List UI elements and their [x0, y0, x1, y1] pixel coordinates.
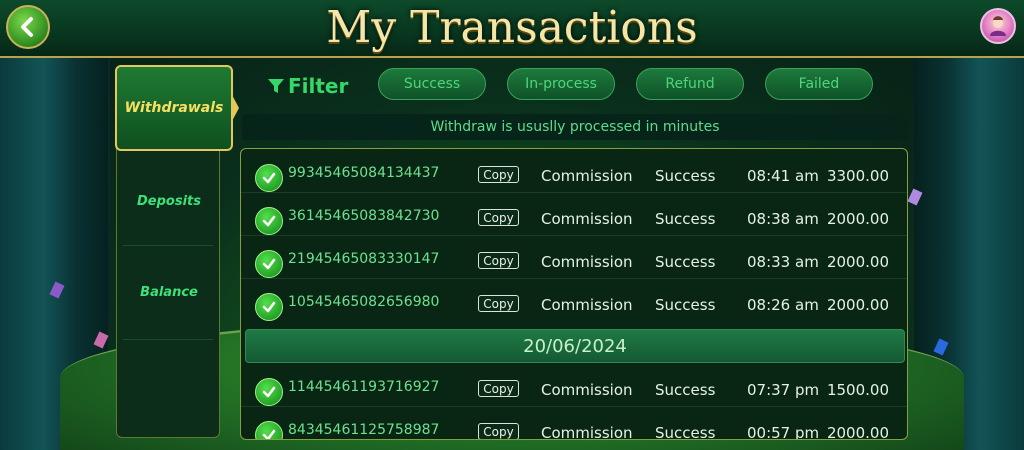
check-icon [255, 293, 283, 321]
transaction-time: 00:57 pm [747, 424, 820, 440]
filter-label: Filter [266, 74, 348, 98]
transaction-time: 08:41 am [747, 167, 819, 185]
table-row: 84345461125758987 Copy Commission Succes… [241, 408, 907, 440]
filter-failed-button[interactable]: Failed [765, 68, 873, 100]
transaction-amount: 1500.00 [826, 381, 889, 399]
transaction-type: Commission [541, 424, 633, 440]
transaction-id: 36145465083842730 [288, 208, 440, 224]
top-bar: My Transactions [0, 0, 1024, 58]
table-row: 36145465083842730 Copy Commission Succes… [241, 194, 907, 236]
check-icon [255, 207, 283, 235]
transaction-status: Success [655, 381, 716, 399]
transaction-type: Commission [541, 167, 633, 185]
date-separator: 20/06/2024 [245, 329, 905, 363]
transaction-id: 10545465082656980 [288, 294, 440, 310]
transaction-status: Success [655, 253, 716, 271]
transaction-id: 11445461193716927 [288, 379, 440, 395]
transaction-status: Success [655, 296, 716, 314]
copy-button[interactable]: Copy [478, 209, 519, 226]
check-icon [255, 250, 283, 278]
table-row: 11445461193716927 Copy Commission Succes… [241, 365, 907, 407]
tab-deposits[interactable]: Deposits [117, 185, 221, 217]
tab-label: Deposits [137, 193, 201, 209]
check-icon [255, 421, 283, 439]
transaction-amount: 3300.00 [826, 167, 889, 185]
transaction-type: Commission [541, 381, 633, 399]
filter-in-process-button[interactable]: In-process [507, 68, 615, 100]
divider [123, 339, 213, 340]
transaction-list[interactable]: 99345465084134437 Copy Commission Succes… [240, 148, 908, 440]
transaction-type: Commission [541, 253, 633, 271]
transaction-time: 08:26 am [747, 296, 819, 314]
copy-button[interactable]: Copy [478, 295, 519, 312]
transaction-amount: 2000.00 [826, 296, 889, 314]
copy-button[interactable]: Copy [478, 423, 519, 439]
filter-text: Filter [288, 74, 349, 98]
copy-button[interactable]: Copy [478, 380, 519, 397]
divider [123, 245, 213, 246]
user-avatar-icon [990, 16, 1006, 36]
transaction-type: Commission [541, 210, 633, 228]
tab-balance[interactable]: Balance [117, 276, 221, 308]
filter-icon [268, 79, 284, 93]
copy-button[interactable]: Copy [478, 252, 519, 269]
page-title: My Transactions [326, 2, 698, 53]
transaction-amount: 2000.00 [826, 424, 889, 440]
table-row: 99345465084134437 Copy Commission Succes… [241, 151, 907, 193]
transaction-status: Success [655, 424, 716, 440]
transaction-amount: 2000.00 [826, 210, 889, 228]
table-row: 21945465083330147 Copy Commission Succes… [241, 237, 907, 279]
tab-withdrawals[interactable]: Withdrawals [115, 65, 239, 151]
check-icon [255, 164, 283, 192]
info-notice: Withdraw is ususlly processed in minutes [242, 114, 908, 140]
filter-refund-button[interactable]: Refund [636, 68, 744, 100]
transaction-time: 07:37 pm [747, 381, 820, 399]
transaction-id: 21945465083330147 [288, 251, 440, 267]
filter-success-button[interactable]: Success [378, 68, 486, 100]
check-icon [255, 378, 283, 406]
transaction-id: 99345465084134437 [288, 165, 440, 181]
sidebar: Withdrawals Deposits Balance [115, 65, 239, 438]
transaction-status: Success [655, 167, 716, 185]
chevron-right-icon [231, 93, 239, 123]
transaction-time: 08:33 am [747, 253, 819, 271]
transaction-type: Commission [541, 296, 633, 314]
tab-label: Withdrawals [124, 100, 224, 116]
avatar[interactable] [980, 8, 1016, 44]
transaction-status: Success [655, 210, 716, 228]
transaction-amount: 2000.00 [826, 253, 889, 271]
transaction-id: 84345461125758987 [288, 422, 440, 438]
tab-label: Balance [140, 284, 198, 300]
transaction-time: 08:38 am [747, 210, 819, 228]
table-row: 10545465082656980 Copy Commission Succes… [241, 280, 907, 322]
copy-button[interactable]: Copy [478, 166, 519, 183]
